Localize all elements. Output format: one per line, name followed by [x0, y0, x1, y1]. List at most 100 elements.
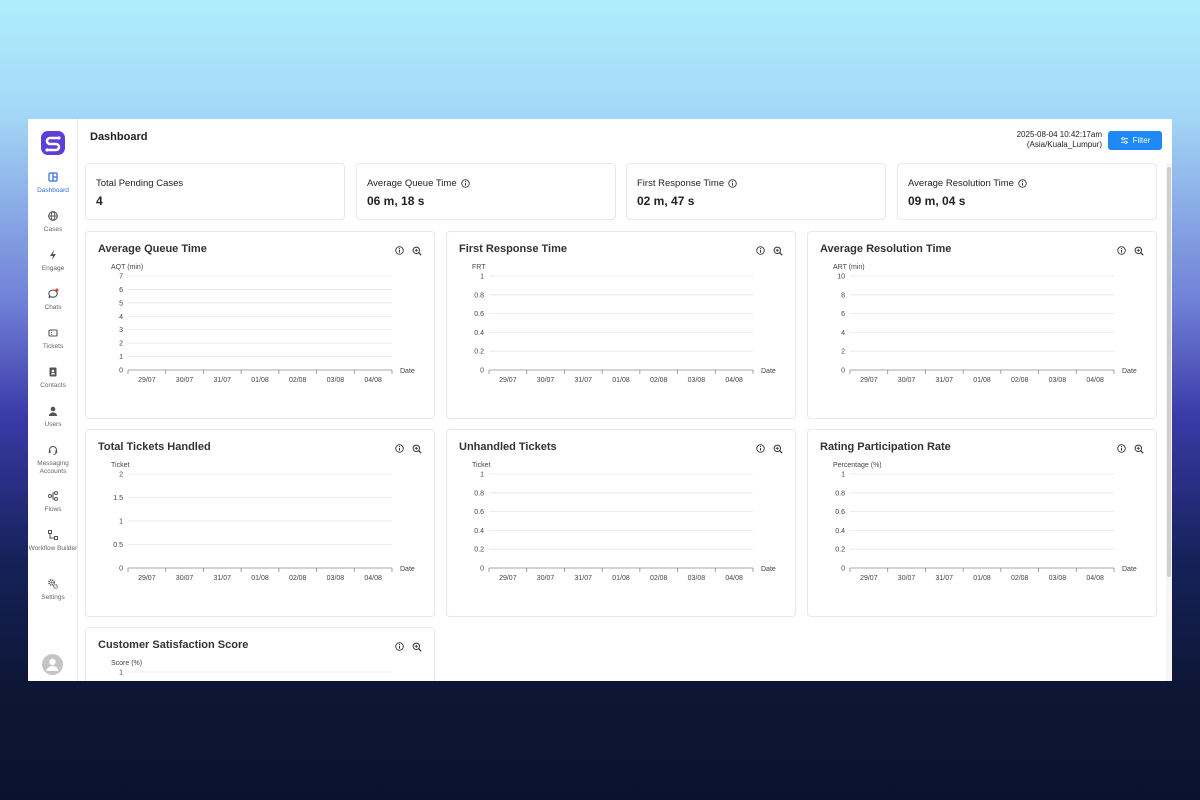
x-tick-label: 30/07 [176, 377, 194, 384]
info-icon[interactable] [1018, 179, 1027, 188]
filter-button[interactable]: Filter [1108, 131, 1162, 150]
y-axis-label: Ticket [111, 462, 129, 469]
y-tick-label: 1 [119, 354, 123, 361]
sidebar-item-label: Tickets [42, 343, 64, 350]
x-tick-label: 04/08 [1086, 575, 1104, 582]
x-tick-label: 03/08 [327, 575, 345, 582]
line-chart: Score (%)00.20.40.60.8129/07 30/07 31/07 01… [111, 660, 392, 677]
app-logo-icon[interactable] [40, 130, 66, 156]
chart-card: Average Resolution Time ART (min) 0 2 4 6 8 10 2… [807, 231, 1157, 419]
y-tick-label: 0 [119, 566, 123, 573]
x-tick-label: 30/07 [176, 575, 194, 582]
x-tick-label: 29/07 [860, 377, 878, 384]
x-tick-label: 04/08 [725, 377, 743, 384]
kpi-card: Total Pending Cases 4 [85, 163, 345, 220]
kpi-label-text: Average Queue Time [367, 178, 457, 189]
info-icon[interactable] [1117, 444, 1126, 453]
x-tick-label: 01/08 [612, 575, 630, 582]
y-tick-label: 0.2 [474, 547, 484, 554]
sliders-icon [1120, 137, 1128, 144]
sidebar-item-users[interactable]: Users [28, 405, 78, 429]
sidebar-item-label: Users [44, 421, 62, 428]
sidebar-item-engage[interactable]: Engage [28, 249, 78, 273]
zoom-in-icon[interactable] [773, 246, 783, 256]
x-tick-label: 31/07 [936, 575, 954, 582]
sidebar-item-label: Flows [44, 506, 62, 513]
x-tick-label: 31/07 [936, 377, 954, 384]
x-tick-label: 29/07 [499, 377, 517, 384]
x-axis-label: Date [761, 368, 776, 375]
line-chart: Ticket 0 0.2 0.4 0.6 0.8 1 29/07 30/07 31/07 01/08… [472, 462, 776, 582]
y-tick-label: 0.2 [474, 349, 484, 356]
chart-title: First Response Time [459, 243, 567, 255]
zoom-in-icon[interactable] [412, 246, 422, 256]
x-axis-label: Date [1122, 566, 1137, 573]
timezone-line: (Asia/Kuala_Lumpur) [1026, 140, 1102, 149]
info-icon[interactable] [1117, 246, 1126, 255]
y-tick-label: 0.5 [113, 542, 123, 549]
x-tick-label: 01/08 [251, 575, 269, 582]
kpi-card: Average Queue Time 06 m, 18 s [356, 163, 616, 220]
sidebar-item-workflow-builder[interactable]: Workflow Builder [28, 529, 78, 553]
x-tick-label: 31/07 [575, 377, 593, 384]
info-icon[interactable] [756, 444, 765, 453]
x-tick-label: 01/08 [973, 377, 991, 384]
x-tick-label: 29/07 [860, 575, 878, 582]
sidebar-item-chats[interactable]: Chats [28, 288, 78, 312]
sidebar-item-label: Cases [43, 226, 63, 233]
y-tick-label: 0.4 [474, 528, 484, 535]
user-avatar-icon [46, 658, 59, 671]
line-chart: AQT (min) 0 1 2 3 4 5 6 7 29/07 30/07 31/07 01/08 02/… [111, 264, 415, 384]
info-icon[interactable] [728, 179, 737, 188]
y-tick-label: 2 [119, 341, 123, 348]
sidebar-item-cases[interactable]: Cases [28, 210, 78, 234]
x-tick-label: 02/08 [289, 575, 307, 582]
sidebar-item-flows[interactable]: Flows [28, 490, 78, 514]
chart-card: Total Tickets Handled Ticket 0 0.5 1 1.5 2 29/0… [85, 429, 435, 617]
y-tick-label: 0 [841, 368, 845, 375]
zoom-in-icon[interactable] [1134, 246, 1144, 256]
scrollbar-thumb[interactable] [1167, 167, 1171, 577]
x-tick-label: 01/08 [612, 377, 630, 384]
zoom-in-icon[interactable] [412, 444, 422, 454]
info-icon[interactable] [395, 444, 404, 453]
zoom-in-icon[interactable] [412, 642, 422, 652]
sidebar-item-tickets[interactable]: Tickets [28, 327, 78, 351]
user-icon [48, 406, 58, 416]
sidebar-item-label: Messaging Accounts [37, 460, 69, 475]
sidebar-item-dashboard[interactable]: Dashboard [28, 171, 78, 195]
sidebar-item-messaging-accounts[interactable]: Messaging Accounts [28, 444, 78, 475]
bolt-icon [50, 250, 56, 260]
x-tick-label: 29/07 [138, 575, 156, 582]
kpi-label-text: Total Pending Cases [96, 178, 184, 189]
y-tick-label: 0.6 [474, 311, 484, 318]
x-tick-label: 29/07 [138, 377, 156, 384]
x-axis-label: Date [400, 566, 415, 573]
chart-title: Average Queue Time [98, 243, 207, 255]
x-tick-label: 30/07 [537, 575, 555, 582]
chart-actions [395, 246, 422, 256]
sidebar-item-settings[interactable]: Settings [28, 578, 78, 602]
x-tick-label: 01/08 [251, 377, 269, 384]
chart-title: Customer Satisfaction Score [98, 639, 249, 651]
x-axis-label: Date [400, 368, 415, 375]
sidebar-item-contacts[interactable]: Contacts [28, 366, 78, 390]
info-icon[interactable] [395, 642, 404, 651]
info-icon[interactable] [756, 246, 765, 255]
notification-dot [55, 288, 59, 292]
y-tick-label: 6 [841, 311, 845, 318]
y-tick-label: 0.6 [474, 509, 484, 516]
y-tick-label: 0 [119, 368, 123, 375]
info-icon[interactable] [395, 246, 404, 255]
zoom-in-icon[interactable] [1134, 444, 1144, 454]
chart-actions [395, 444, 422, 454]
sidebar-item-label: Settings [41, 594, 65, 601]
info-icon[interactable] [460, 179, 470, 188]
y-axis-label: AQT (min) [111, 264, 143, 271]
globe-icon [48, 211, 58, 221]
avatar[interactable] [42, 654, 63, 675]
zoom-in-icon[interactable] [773, 444, 783, 454]
x-tick-label: 04/08 [364, 575, 382, 582]
datetime-display: 2025-08-04 10:42:17am (Asia/Kuala_Lumpur… [1017, 130, 1102, 150]
y-tick-label: 0 [841, 566, 845, 573]
